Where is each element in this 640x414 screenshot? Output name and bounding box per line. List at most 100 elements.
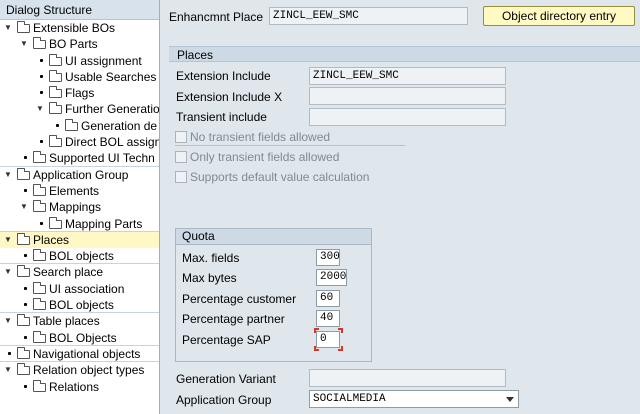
- tree-node[interactable]: Usable Searches: [0, 69, 159, 85]
- tree-node[interactable]: Relations: [0, 379, 159, 395]
- tree-node[interactable]: BOL Objects: [0, 330, 159, 346]
- tree-node-label: Flags: [65, 86, 95, 101]
- max-bytes-label: Max bytes: [182, 271, 237, 285]
- tree-node[interactable]: ▼ BO Parts: [0, 36, 159, 52]
- application-group-value: SOCIALMEDIA: [313, 393, 386, 405]
- expand-toggle-icon[interactable]: ▼: [3, 313, 13, 329]
- bullet-icon: [24, 286, 27, 290]
- tree-node[interactable]: BOL objects: [0, 297, 159, 314]
- bullet-icon: [24, 254, 27, 258]
- tree-node[interactable]: Elements: [0, 183, 159, 199]
- generation-variant-field[interactable]: [309, 369, 506, 387]
- tree-title: Dialog Structure: [0, 0, 159, 20]
- checkbox-box[interactable]: [175, 151, 187, 163]
- tree-node-label: Extensible BOs: [33, 21, 116, 35]
- percentage-sap-label: Percentage SAP: [182, 333, 271, 347]
- folder-icon: [17, 346, 30, 359]
- enhancement-place-field[interactable]: ZINCL_EEW_SMC: [269, 7, 468, 25]
- bullet-icon: [24, 188, 27, 192]
- tree-node[interactable]: Supported UI Techn: [0, 150, 159, 167]
- extension-include-label: Extension Include: [176, 69, 271, 83]
- tree-node[interactable]: ▼ Search place: [0, 264, 159, 280]
- tree-node[interactable]: BOL objects: [0, 248, 159, 265]
- tree-node[interactable]: Direct BOL assign: [0, 134, 159, 150]
- expand-toggle-icon[interactable]: ▼: [19, 36, 29, 52]
- transient-include-field[interactable]: [309, 108, 506, 126]
- tree-node[interactable]: UI association: [0, 281, 159, 297]
- only-transient-fields-checkbox[interactable]: Only transient fields allowed: [175, 150, 339, 166]
- extension-include-x-field[interactable]: [309, 87, 506, 105]
- max-bytes-field[interactable]: 2000: [316, 269, 347, 286]
- tree-node[interactable]: Flags: [0, 85, 159, 101]
- expand-toggle-icon[interactable]: ▼: [3, 264, 13, 280]
- dialog-structure-tree: Dialog Structure ▼ Extensible BOs ▼ BO Part…: [0, 0, 160, 414]
- object-directory-entry-button[interactable]: Object directory entry: [483, 6, 635, 26]
- tree-node-list: ▼ Extensible BOs ▼ BO Parts UI assignment Usa…: [0, 20, 159, 395]
- application-group-dropdown[interactable]: SOCIALMEDIA: [309, 390, 519, 408]
- tree-node-label: Generation de: [81, 118, 158, 133]
- tree-node[interactable]: Generation de: [0, 118, 159, 134]
- focus-marker: [314, 328, 319, 333]
- bullet-icon: [24, 156, 27, 160]
- folder-icon: [17, 314, 30, 327]
- quota-title: Quota: [176, 229, 371, 245]
- folder-icon: [65, 118, 78, 131]
- tree-node-label: Table places: [33, 314, 100, 329]
- no-transient-fields-checkbox[interactable]: No transient fields allowed: [175, 130, 330, 146]
- chevron-down-icon[interactable]: [506, 397, 514, 402]
- tree-node[interactable]: ▼ Table places: [0, 313, 159, 329]
- tree-node[interactable]: Mapping Parts: [0, 216, 159, 232]
- tree-node-label: BOL objects: [49, 249, 114, 264]
- transient-include-label: Transient include: [176, 110, 267, 124]
- expand-toggle-icon[interactable]: ▼: [3, 362, 13, 378]
- extension-include-field[interactable]: ZINCL_EEW_SMC: [309, 67, 506, 85]
- tree-node[interactable]: ▼ Relation object types: [0, 362, 159, 378]
- expand-toggle-icon[interactable]: ▼: [19, 199, 29, 215]
- folder-icon: [49, 216, 62, 229]
- tree-node-label: Places: [33, 232, 70, 247]
- tree-node-label: UI association: [49, 281, 125, 296]
- supports-default-value-checkbox[interactable]: Supports default value calculation: [175, 170, 369, 186]
- tree-node-label: Mapping Parts: [65, 216, 143, 231]
- focus-marker: [314, 346, 319, 351]
- max-fields-field[interactable]: 300: [316, 249, 340, 266]
- expand-toggle-icon[interactable]: ▼: [3, 167, 13, 183]
- bullet-icon: [24, 335, 27, 339]
- folder-icon: [33, 37, 46, 50]
- no-transient-fields-label: No transient fields allowed: [190, 130, 331, 144]
- detail-panel: Enhancmnt Place ZINCL_EEW_SMC Object dir…: [163, 0, 640, 414]
- percentage-sap-field[interactable]: 0: [316, 331, 340, 348]
- bullet-icon: [24, 384, 27, 388]
- folder-icon: [49, 102, 62, 115]
- folder-icon: [33, 281, 46, 294]
- tree-node[interactable]: Navigational objects: [0, 346, 159, 363]
- tree-node[interactable]: UI assignment: [0, 53, 159, 69]
- checkbox-box[interactable]: [175, 131, 187, 143]
- folder-icon: [33, 151, 46, 164]
- tree-node-label: Direct BOL assign: [65, 135, 159, 150]
- tree-node-label: Navigational objects: [33, 346, 141, 361]
- tree-node-label: Further Generation: [65, 102, 159, 117]
- expand-toggle-icon[interactable]: ▼: [3, 20, 13, 36]
- tree-node[interactable]: ▼ Mappings: [0, 199, 159, 215]
- generation-variant-label: Generation Variant: [176, 372, 276, 386]
- tree-node-label: Relations: [49, 379, 100, 394]
- application-group-label: Application Group: [176, 393, 272, 407]
- tree-node[interactable]: ▼ Extensible BOs: [0, 20, 159, 36]
- checkbox-box[interactable]: [175, 171, 187, 183]
- tree-node[interactable]: ▼ Application Group: [0, 167, 159, 183]
- tree-node[interactable]: ▼ Places: [0, 231, 159, 249]
- only-transient-fields-label: Only transient fields allowed: [190, 150, 340, 164]
- expand-toggle-icon[interactable]: ▼: [35, 101, 45, 117]
- expand-toggle-icon[interactable]: ▼: [3, 232, 13, 248]
- percentage-partner-label: Percentage partner: [182, 312, 285, 326]
- tree-node-label: BOL Objects: [49, 330, 117, 345]
- folder-icon: [17, 167, 30, 180]
- folder-icon: [49, 69, 62, 82]
- percentage-partner-field[interactable]: 40: [316, 310, 340, 327]
- folder-icon: [33, 330, 46, 343]
- max-fields-label: Max. fields: [182, 251, 240, 265]
- percentage-customer-field[interactable]: 60: [316, 290, 340, 307]
- tree-node[interactable]: ▼ Further Generation: [0, 101, 159, 117]
- bullet-icon: [40, 91, 43, 95]
